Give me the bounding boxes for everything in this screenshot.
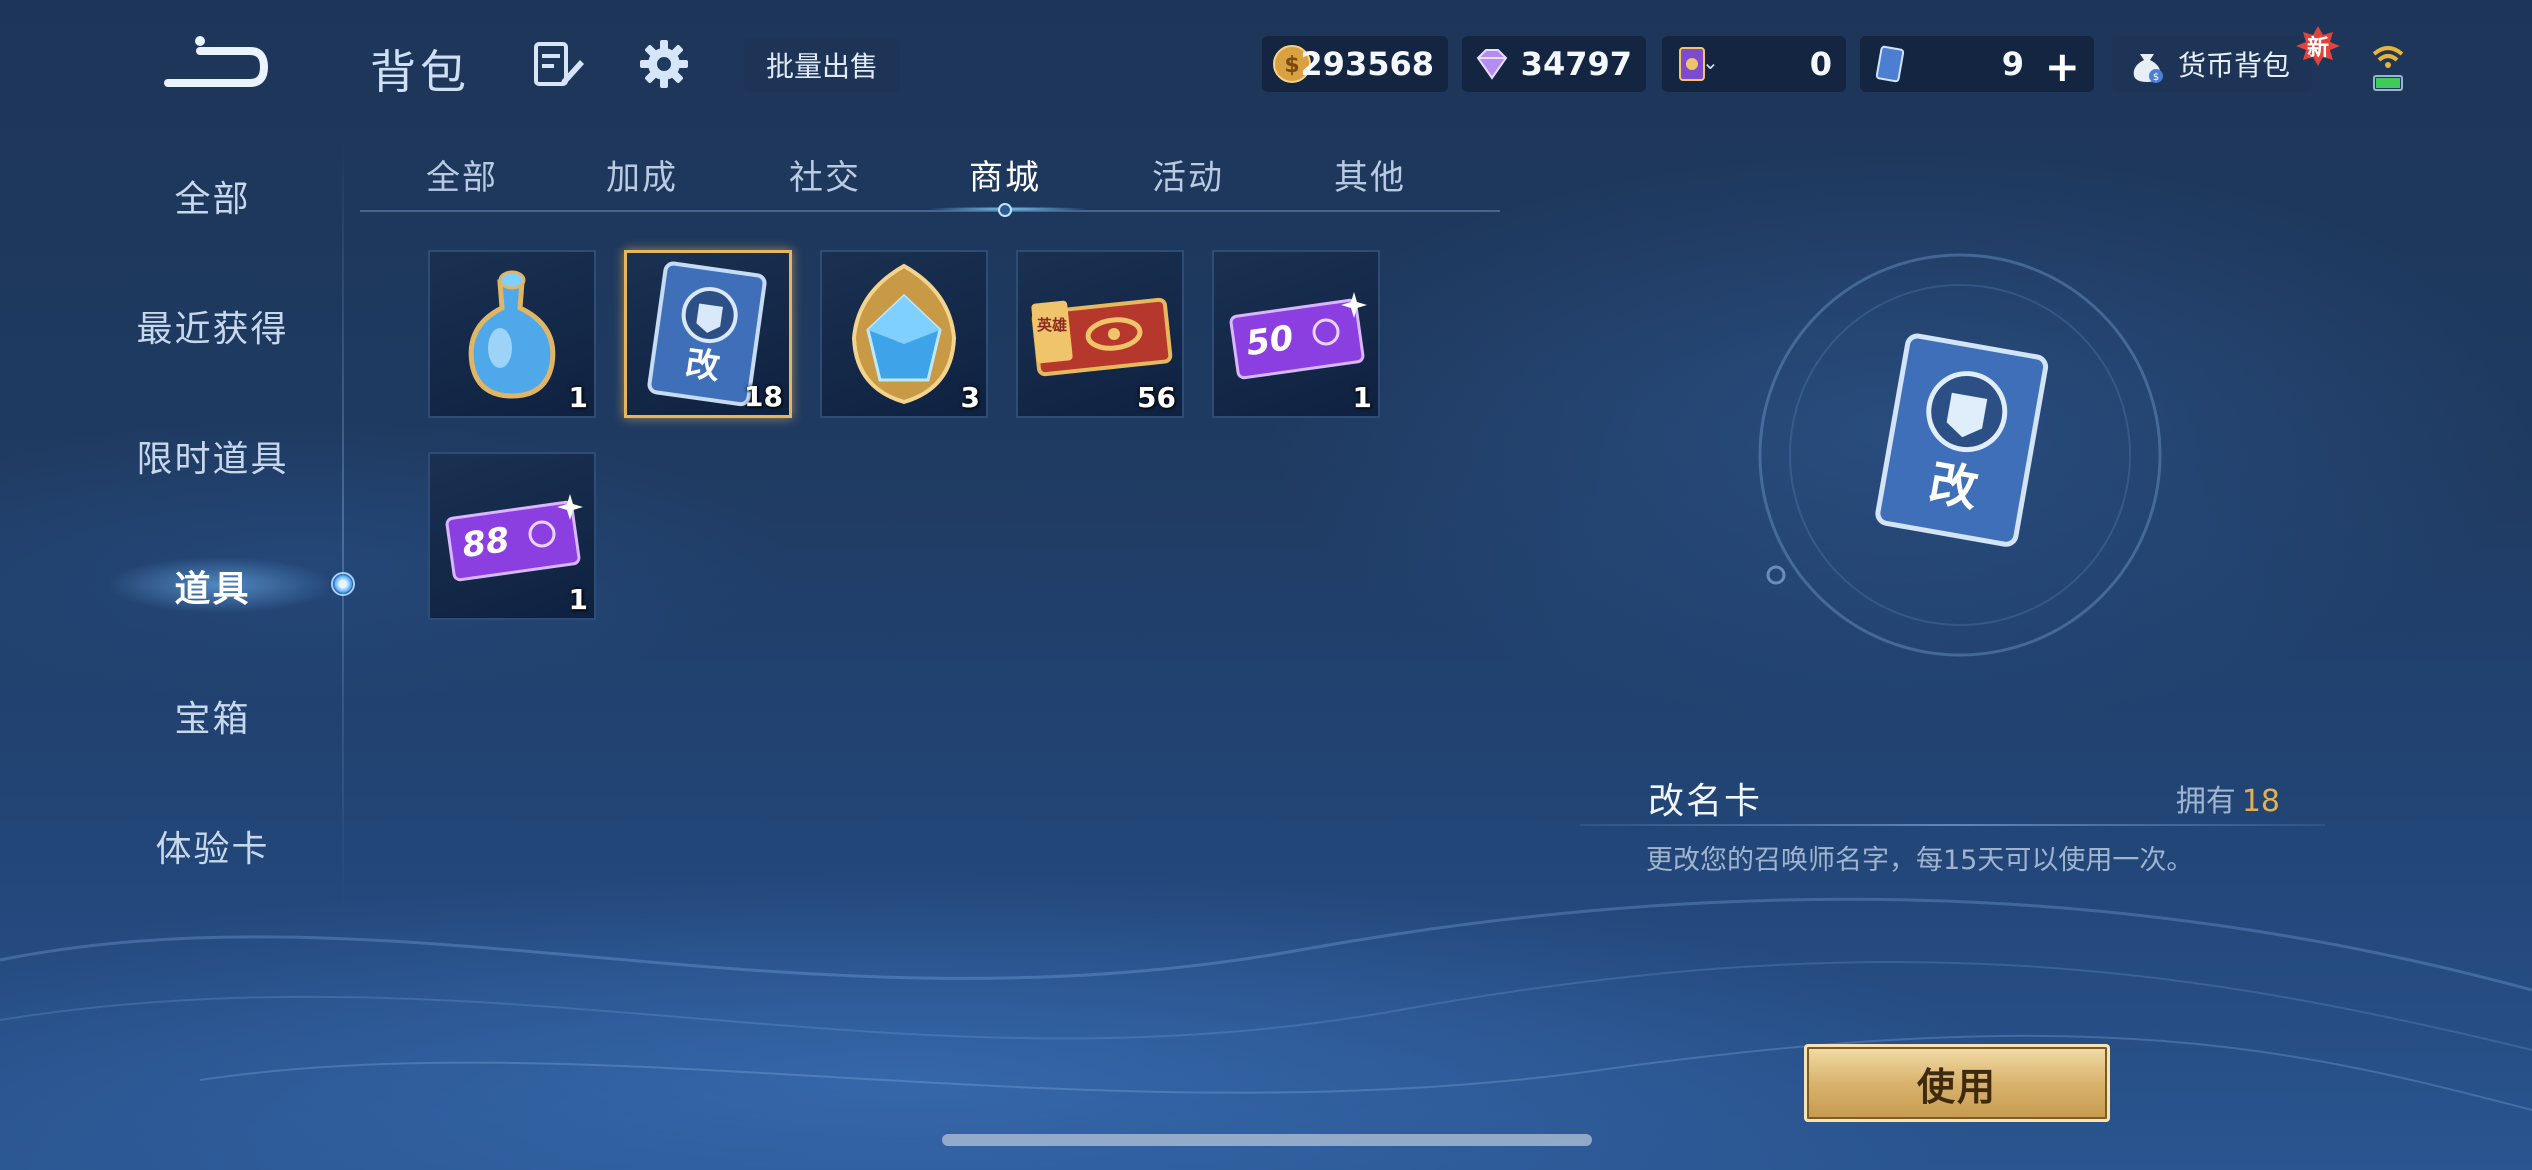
item-quantity: 1 <box>568 583 588 616</box>
tab-events[interactable]: 活动 <box>1098 150 1278 206</box>
use-button[interactable]: 使用 <box>1804 1044 2110 1122</box>
currency-blue-card: 9 + <box>1860 36 2094 92</box>
sidebar-divider <box>342 130 344 910</box>
network-battery-status <box>2368 40 2408 94</box>
purple-card-value: 0 <box>1809 45 1832 83</box>
svg-text:$: $ <box>1284 53 1299 78</box>
item-slot-potion[interactable]: 1 <box>428 250 596 418</box>
item-slot-hero-ticket[interactable]: 英雄 56 <box>1016 250 1184 418</box>
item-name: 改名卡 <box>1648 781 1763 822</box>
item-description: 更改您的召唤师名字，每15天可以使用一次。 <box>1646 845 2194 876</box>
item-quantity: 56 <box>1137 381 1176 414</box>
voucher-glyph: 50 <box>1244 318 1296 364</box>
svg-text:$: $ <box>2153 72 2159 83</box>
diamond-value: 34797 <box>1520 45 1632 83</box>
sidebar-item-props[interactable]: 道具 <box>60 546 365 626</box>
page-title: 背包 <box>370 45 470 99</box>
currency-wallet-button[interactable]: $ 货币背包 <box>2112 36 2312 92</box>
tab-social[interactable]: 社交 <box>735 150 915 206</box>
rename-card-glyph: 改 <box>683 343 722 387</box>
preview-card-glyph: 改 <box>1925 455 1982 518</box>
blue-card-icon <box>1875 45 1905 83</box>
sidebar-item-limited[interactable]: 限时道具 <box>60 416 365 496</box>
chevron-down-icon[interactable]: ⌄ <box>1702 50 1719 74</box>
sidebar-active-indicator <box>331 572 355 596</box>
wallet-label: 货币背包 <box>2178 49 2291 82</box>
new-badge-label: 新 <box>2306 36 2329 61</box>
tab-bonus[interactable]: 加成 <box>552 150 732 206</box>
gold-value: 293568 <box>1300 45 1434 83</box>
add-currency-button[interactable]: + <box>2045 42 2080 91</box>
item-slot-gem-crest[interactable]: 3 <box>820 250 988 418</box>
owned-count: 拥有 18 <box>2176 776 2280 820</box>
item-slot-voucher-88[interactable]: 88 1 <box>428 452 596 620</box>
money-bag-icon: $ <box>2133 54 2163 83</box>
settings-button[interactable] <box>636 36 692 92</box>
item-slot-voucher-50[interactable]: 50 1 <box>1212 250 1380 418</box>
hero-ticket-glyph: 英雄 <box>1037 316 1067 334</box>
diamond-icon <box>1476 49 1508 80</box>
edit-list-icon <box>534 42 584 86</box>
sidebar-item-chests[interactable]: 宝箱 <box>60 676 365 756</box>
item-quantity: 18 <box>744 380 783 413</box>
back-arrow-icon <box>164 36 269 87</box>
item-quantity: 3 <box>960 381 980 414</box>
detail-divider <box>1580 824 2325 826</box>
gear-icon <box>640 40 688 88</box>
item-preview: 改 <box>1758 253 2162 657</box>
owned-label: 拥有 <box>2175 784 2236 819</box>
sidebar-item-trial-cards[interactable]: 体验卡 <box>60 806 365 886</box>
preview-ring-node <box>1766 565 1786 585</box>
bulk-sell-button[interactable]: 批量出售 <box>744 38 900 92</box>
blue-card-value: 9 <box>2001 45 2024 83</box>
sidebar-item-recent[interactable]: 最近获得 <box>60 286 365 366</box>
currency-purple-card: ⌄ 0 <box>1662 36 1846 92</box>
item-quantity: 1 <box>1352 381 1372 414</box>
tab-all[interactable]: 全部 <box>372 150 552 206</box>
currency-diamond: 34797 <box>1462 36 1646 92</box>
back-button[interactable] <box>150 28 280 98</box>
tab-active-dot <box>998 203 1012 217</box>
voucher-glyph: 88 <box>460 520 512 566</box>
wifi-icon <box>2372 46 2404 91</box>
item-quantity: 1 <box>568 381 588 414</box>
sidebar-item-all[interactable]: 全部 <box>60 156 365 236</box>
tab-other[interactable]: 其他 <box>1280 150 1460 206</box>
home-indicator[interactable] <box>942 1134 1592 1146</box>
item-slot-rename-card[interactable]: 改 18 <box>624 250 792 418</box>
owned-number: 18 <box>2241 784 2280 819</box>
edit-button[interactable] <box>530 36 586 92</box>
tab-shop[interactable]: 商城 <box>915 150 1095 206</box>
rename-card-large-icon: 改 <box>1875 333 2049 547</box>
currency-gold: $ 293568 <box>1262 36 1448 92</box>
new-badge: 新 <box>2296 26 2340 66</box>
